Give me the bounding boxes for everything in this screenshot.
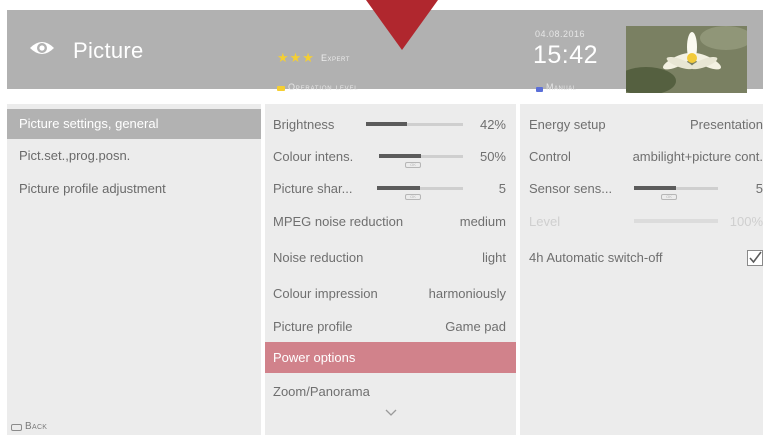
picture-sharpness-slider[interactable]: [377, 186, 463, 190]
setting-value: 5: [755, 181, 763, 196]
setting-value: 5: [498, 181, 506, 196]
program-thumbnail: [626, 26, 747, 93]
setting-row-control[interactable]: Control ambilight+picture cont.: [520, 141, 763, 172]
setting-row-power-options[interactable]: Power options: [265, 342, 516, 373]
operation-level-label: Operation level: [288, 82, 359, 92]
ok-key-hint: OK: [405, 162, 421, 168]
manual-mode-label: Manual: [546, 82, 577, 92]
setting-label: Power options: [273, 350, 356, 365]
setting-label: 4h Automatic switch-off: [529, 250, 663, 265]
setting-label: Picture shar...: [273, 181, 353, 196]
setting-row-automatic-switch-off[interactable]: 4h Automatic switch-off: [520, 242, 763, 273]
setting-value: ambilight+picture cont.: [632, 149, 763, 164]
setting-row-picture-profile[interactable]: Picture profile Game pad: [265, 311, 516, 342]
operation-level-indicator: [277, 86, 285, 91]
setting-row-mpeg-noise-reduction[interactable]: MPEG noise reduction medium: [265, 206, 516, 237]
setting-row-brightness[interactable]: Brightness 42%: [265, 109, 516, 140]
settings-panel: Brightness 42% Colour intens. OK 50% Pic…: [265, 104, 516, 435]
setting-row-colour-intens[interactable]: Colour intens. OK 50%: [265, 141, 516, 172]
setting-value: harmoniously: [428, 286, 506, 301]
setting-label: Noise reduction: [273, 250, 364, 265]
setting-label: MPEG noise reduction: [273, 214, 404, 229]
setting-value: light: [482, 250, 506, 265]
setting-value: medium: [459, 214, 506, 229]
colour-intens-slider[interactable]: [379, 154, 463, 158]
brightness-slider[interactable]: [366, 122, 463, 126]
expert-label: Expert: [321, 53, 350, 63]
setting-label: Control: [529, 149, 571, 164]
setting-row-noise-reduction[interactable]: Noise reduction light: [265, 242, 516, 273]
setting-row-level: Level 100%: [520, 206, 763, 237]
setting-value: Presentation: [690, 117, 763, 132]
back-button[interactable]: Back: [25, 421, 47, 432]
setting-label: Colour intens.: [273, 149, 354, 164]
chevron-down-icon[interactable]: [385, 409, 397, 417]
setting-row-picture-sharpness[interactable]: Picture shar... OK 5: [265, 173, 516, 204]
menu-item-picture-settings-general[interactable]: Picture settings, general: [7, 109, 261, 139]
page-title: Picture: [73, 38, 144, 63]
setting-value: 42%: [479, 117, 506, 132]
eye-icon: [30, 42, 54, 54]
pointer-icon: [366, 0, 438, 50]
setting-row-energy-setup[interactable]: Energy setup Presentation: [520, 109, 763, 140]
setting-label: Sensor sens...: [529, 181, 613, 196]
manual-mode-indicator: [536, 87, 543, 92]
date-display: 04.08.2016: [535, 29, 586, 39]
setting-label: Level: [529, 214, 561, 229]
setting-value: 100%: [729, 214, 763, 229]
sensor-sensitivity-slider[interactable]: [634, 186, 718, 190]
setting-label: Colour impression: [273, 286, 378, 301]
setting-label: Energy setup: [529, 117, 606, 132]
left-menu-panel: Picture settings, general Pict.set.,prog…: [7, 104, 261, 435]
setting-value: 50%: [479, 149, 506, 164]
setting-row-zoom-panorama[interactable]: Zoom/Panorama: [265, 376, 516, 407]
setting-row-colour-impression[interactable]: Colour impression harmoniously: [265, 278, 516, 309]
menu-item-picture-profile-adjustment[interactable]: Picture profile adjustment: [7, 174, 261, 204]
setting-label: Brightness: [273, 117, 335, 132]
setting-label: Picture profile: [273, 319, 353, 334]
setting-label: Zoom/Panorama: [273, 384, 370, 399]
ok-key-hint: OK: [405, 194, 421, 200]
menu-item-pict-set-prog-posn[interactable]: Pict.set.,prog.posn.: [7, 141, 261, 171]
setting-value: Game pad: [445, 319, 506, 334]
ok-key-hint: OK: [661, 194, 677, 200]
star-rating: ★★★: [277, 50, 315, 65]
level-slider: [634, 219, 718, 223]
checkbox-icon[interactable]: [747, 250, 763, 266]
back-key-icon: [11, 424, 22, 431]
setting-row-sensor-sensitivity[interactable]: Sensor sens... OK 5: [520, 173, 763, 204]
clock-display: 15:42: [533, 41, 599, 69]
detail-panel: Energy setup Presentation Control ambili…: [520, 104, 763, 435]
